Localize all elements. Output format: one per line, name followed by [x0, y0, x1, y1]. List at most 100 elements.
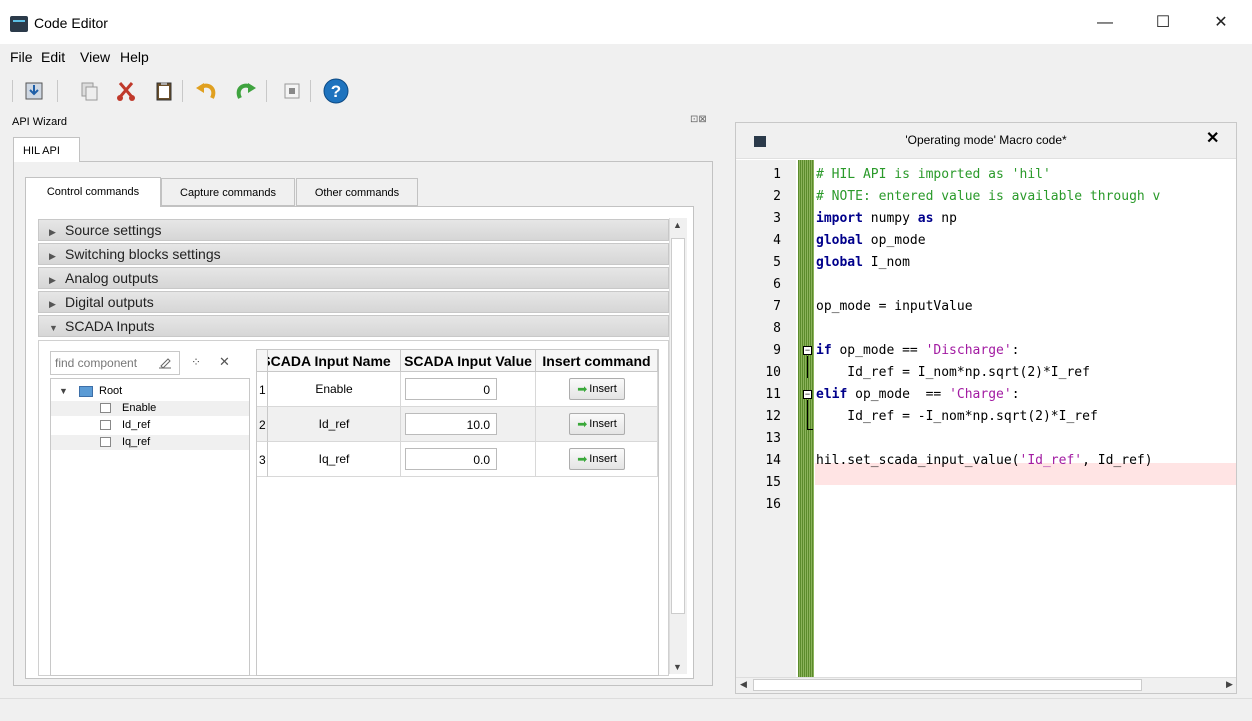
expand-all-icon[interactable]: ⁘ [191, 355, 201, 369]
row-number: 1 [257, 372, 268, 407]
scada-input-name: Iq_ref [268, 442, 401, 477]
component-icon [100, 437, 111, 447]
scroll-down-icon[interactable]: ▼ [673, 662, 682, 672]
line-number: 7 [773, 299, 781, 314]
import-icon[interactable] [21, 78, 47, 104]
section-source-settings[interactable]: ▶ Source settings [38, 219, 669, 241]
tab-hil-api[interactable]: HIL API [13, 137, 80, 162]
menu-file[interactable]: File [10, 49, 33, 65]
line-number: 4 [773, 233, 781, 248]
row-number: 2 [257, 407, 268, 442]
tree-item-id-ref[interactable]: Id_ref [51, 418, 249, 433]
collapse-arrow-icon: ▼ [49, 323, 58, 333]
dock-float-close-icon[interactable]: ⊡⊠ [690, 114, 707, 125]
clear-search-icon[interactable] [158, 355, 172, 369]
column-header-value[interactable]: SCADA Input Value [401, 350, 536, 372]
code-line-11[interactable]: elif op_mode == 'Charge': [816, 384, 1236, 406]
row-number: 3 [257, 442, 268, 477]
find-icon[interactable] [279, 78, 305, 104]
undo-icon[interactable] [194, 78, 220, 104]
folder-icon [79, 386, 93, 397]
scrollbar-thumb[interactable] [671, 238, 685, 614]
tree-item-root[interactable]: ▼ Root [51, 384, 249, 399]
expand-arrow-icon: ▶ [49, 275, 56, 285]
tree-item-iq-ref[interactable]: Iq_ref [51, 435, 249, 450]
macro-editor-title: 'Operating mode' Macro code* [905, 133, 1067, 147]
insert-button[interactable]: ➡ Insert [569, 448, 625, 470]
line-number: 8 [773, 321, 781, 336]
app-icon [10, 16, 28, 32]
section-analog-outputs[interactable]: ▶ Analog outputs [38, 267, 669, 289]
api-wizard-title: API Wizard [12, 116, 68, 128]
line-number: 5 [773, 255, 781, 270]
minimize-button[interactable]: — [1082, 8, 1128, 38]
collapse-arrow-icon: ▼ [59, 386, 68, 396]
menu-help[interactable]: Help [120, 49, 149, 65]
code-line-2[interactable]: # NOTE: entered value is available throu… [816, 186, 1236, 208]
code-line-4[interactable]: global op_mode [816, 230, 1236, 252]
expand-arrow-icon: ▶ [49, 251, 56, 261]
code-line-3[interactable]: import numpy as np [816, 208, 1236, 230]
section-switching-blocks-settings[interactable]: ▶ Switching blocks settings [38, 243, 669, 265]
close-button[interactable]: ✕ [1198, 8, 1244, 38]
line-number: 13 [765, 431, 781, 446]
collapse-all-icon[interactable]: ✕ [219, 354, 230, 370]
code-line-7[interactable]: op_mode = inputValue [816, 296, 1236, 318]
scroll-right-icon[interactable]: ▶ [1226, 679, 1233, 690]
tab-capture-commands[interactable]: Capture commands [161, 178, 295, 206]
code-line-14[interactable]: hil.set_scada_input_value('Id_ref', Id_r… [816, 450, 1236, 472]
window-title: Code Editor [34, 15, 108, 31]
insert-button[interactable]: ➡ Insert [569, 413, 625, 435]
help-icon[interactable]: ? [323, 78, 349, 104]
tab-other-commands[interactable]: Other commands [296, 178, 418, 206]
column-header-name[interactable]: SCADA Input Name [268, 350, 401, 372]
column-header-insert[interactable]: Insert command [536, 350, 658, 372]
svg-text:?: ? [331, 82, 341, 101]
code-line-9[interactable]: if op_mode == 'Discharge': [816, 340, 1236, 362]
line-number: 9 [773, 343, 781, 358]
line-number: 11 [765, 387, 781, 402]
maximize-button[interactable]: ☐ [1140, 8, 1186, 38]
value-input-iq-ref[interactable]: 0.0 [405, 448, 497, 470]
code-line-1[interactable]: # HIL API is imported as 'hil' [816, 164, 1236, 186]
section-scada-inputs[interactable]: ▼ SCADA Inputs [38, 315, 669, 337]
value-input-enable[interactable]: 0 [405, 378, 497, 400]
cut-icon[interactable] [113, 78, 139, 104]
code-line-5[interactable]: global I_nom [816, 252, 1236, 274]
scrollbar-thumb[interactable] [753, 679, 1142, 691]
fold-line [807, 356, 808, 378]
redo-icon[interactable] [232, 78, 258, 104]
macro-close-button[interactable]: ✕ [1206, 128, 1219, 148]
copy-icon[interactable] [76, 78, 102, 104]
component-icon [100, 420, 111, 430]
value-input-id-ref[interactable]: 10.0 [405, 413, 497, 435]
menu-view[interactable]: View [80, 49, 110, 65]
code-line-12[interactable]: Id_ref = -I_nom*np.sqrt(2)*I_ref [816, 406, 1236, 428]
component-icon [100, 403, 111, 413]
paste-icon[interactable] [151, 78, 177, 104]
menu-edit[interactable]: Edit [41, 49, 65, 65]
line-number: 12 [765, 409, 781, 424]
line-number: 15 [765, 475, 781, 490]
toolbar-separator [310, 80, 311, 102]
status-bar [0, 698, 1252, 721]
scada-input-name: Enable [268, 372, 401, 407]
scroll-up-icon[interactable]: ▲ [673, 220, 682, 230]
line-number: 1 [773, 167, 781, 182]
toolbar-separator [266, 80, 267, 102]
toolbar [0, 70, 1252, 112]
title-bar [0, 0, 1252, 44]
toolbar-separator [182, 80, 183, 102]
scroll-left-icon[interactable]: ◀ [740, 679, 747, 690]
fold-line [807, 429, 813, 430]
expand-arrow-icon: ▶ [49, 299, 56, 309]
section-digital-outputs[interactable]: ▶ Digital outputs [38, 291, 669, 313]
tree-item-enable[interactable]: Enable [51, 401, 249, 416]
insert-button[interactable]: ➡ Insert [569, 378, 625, 400]
fold-marker-icon[interactable]: − [803, 346, 812, 355]
tab-control-commands[interactable]: Control commands [25, 177, 161, 207]
table-corner [257, 350, 268, 372]
fold-marker-icon[interactable]: − [803, 390, 812, 399]
line-number: 10 [765, 365, 781, 380]
code-line-10[interactable]: Id_ref = I_nom*np.sqrt(2)*I_ref [816, 362, 1236, 384]
